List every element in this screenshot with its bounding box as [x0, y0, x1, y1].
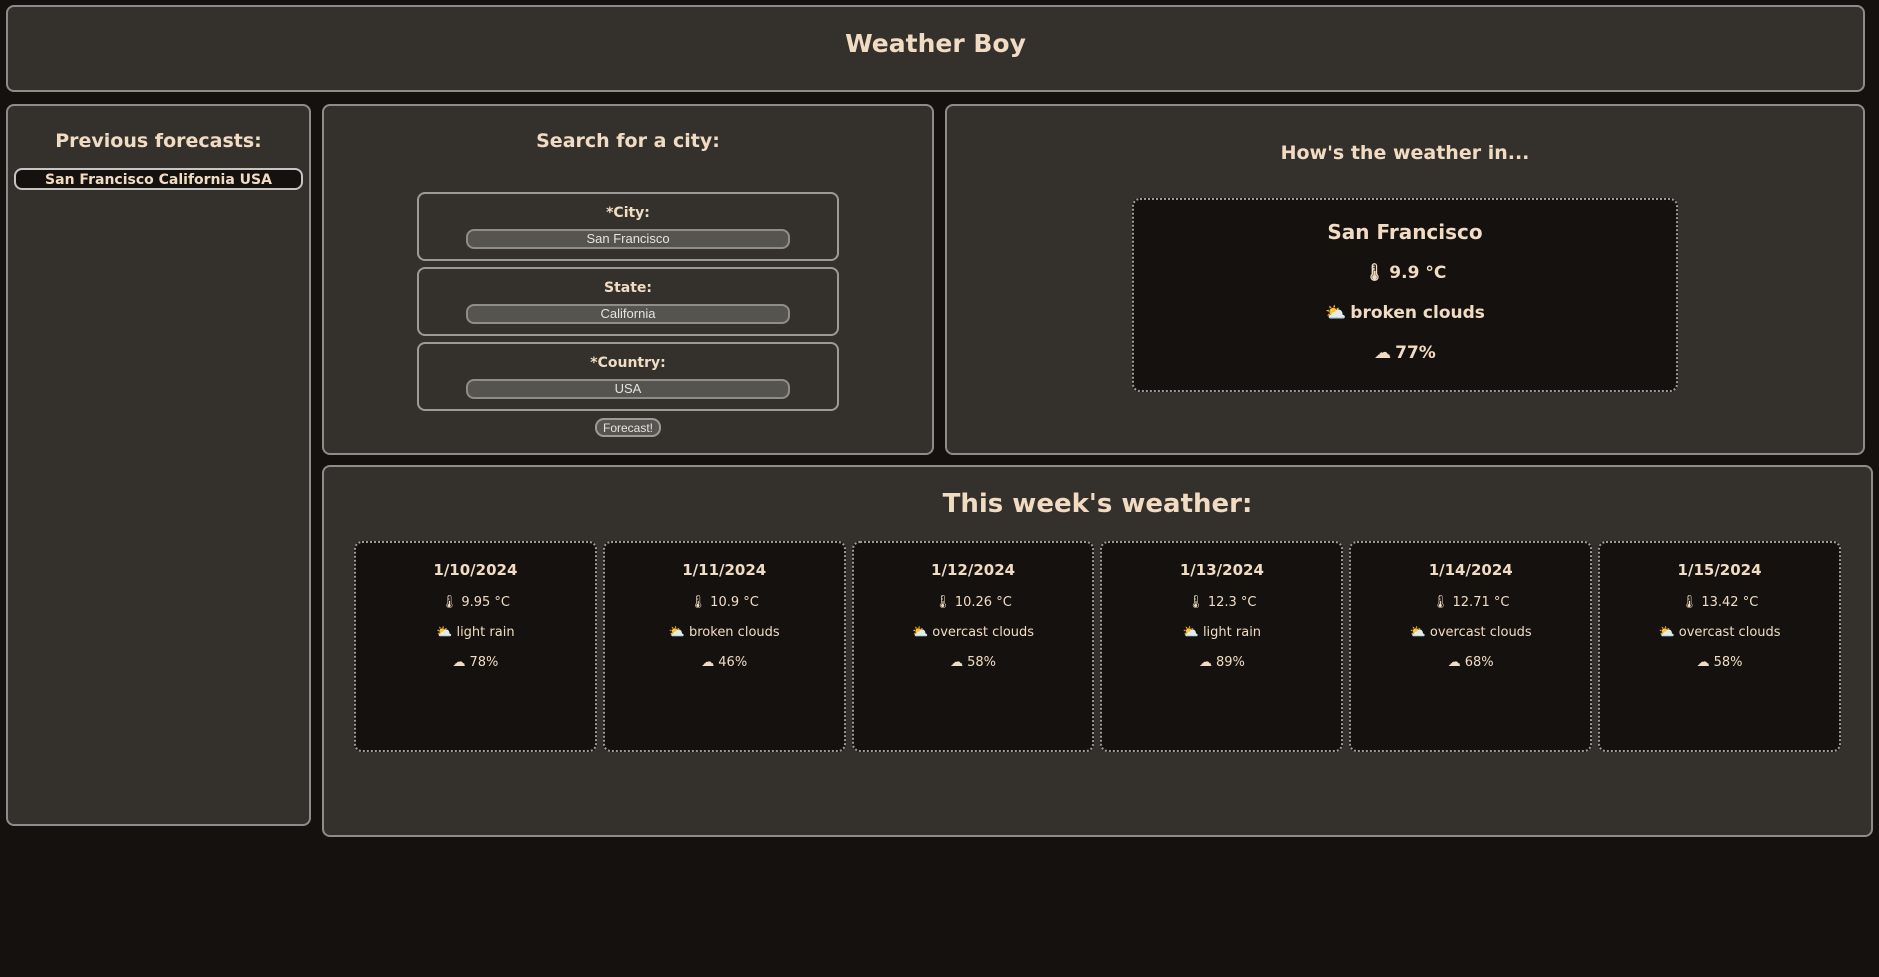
day-card: 1/14/2024 🌡 12.71 °C ⛅ overcast clouds ☁ 68… — [1349, 541, 1593, 752]
cloud-icon: ☁ — [1696, 655, 1710, 670]
thermometer-icon: 🌡 — [934, 595, 951, 610]
country-label: *Country: — [590, 354, 666, 371]
day-card: 1/11/2024 🌡 10.9 °C ⛅ broken clouds ☁ 46% — [602, 541, 846, 752]
day-description-row: ⛅ overcast clouds — [854, 625, 1093, 640]
thermometer-icon: 🌡 — [1187, 595, 1204, 610]
cloud-icon: ☁ — [452, 655, 466, 670]
day-card: 1/15/2024 🌡 13.42 °C ⛅ overcast clouds ☁ 58… — [1598, 541, 1841, 752]
day-temp-row: 🌡 10.26 °C — [854, 595, 1093, 610]
cloud-sun-icon: ⛅ — [668, 625, 685, 640]
day-humidity-row: ☁ 68% — [1351, 655, 1590, 670]
day-date: 1/11/2024 — [682, 561, 767, 579]
app-header: Weather Boy — [6, 5, 1865, 92]
cloud-sun-icon: ⛅ — [1409, 625, 1426, 640]
cloud-icon: ☁ — [701, 655, 715, 670]
day-cards: 1/10/2024 🌡 9.95 °C ⛅ light rain ☁ 78% 1/11… — [324, 541, 1871, 752]
weekly-forecast-panel: This week's weather: 1/10/2024 🌡 9.95 °C … — [322, 465, 1873, 837]
city-input[interactable]: San Francisco — [466, 228, 790, 249]
current-description: broken clouds — [1350, 303, 1485, 323]
day-temp-row: 🌡 12.3 °C — [1102, 595, 1341, 610]
day-humidity: 68% — [1464, 655, 1494, 670]
day-temp-row: 🌡 12.71 °C — [1351, 595, 1590, 610]
cloud-icon: ☁ — [1374, 343, 1392, 363]
day-card: 1/12/2024 🌡 10.26 °C ⛅ overcast clouds ☁ 58… — [851, 541, 1095, 752]
day-date: 1/10/2024 — [433, 561, 518, 579]
cloud-sun-icon: ⛅ — [1182, 625, 1199, 640]
forecast-button[interactable]: Forecast! — [594, 418, 661, 437]
thermometer-icon: 🌡 — [1432, 595, 1449, 610]
current-humidity-row: ☁ 77% — [1134, 343, 1676, 363]
day-description: overcast clouds — [1678, 625, 1781, 640]
day-humidity: 58% — [1713, 655, 1743, 670]
search-panel: Search for a city: *City: San Francisco … — [322, 104, 934, 455]
city-label: *City: — [606, 204, 650, 221]
day-temp-row: 🌡 13.42 °C — [1600, 595, 1839, 610]
city-field-group: *City: San Francisco — [417, 192, 839, 261]
week-heading: This week's weather: — [942, 489, 1253, 519]
cloud-icon: ☁ — [1447, 655, 1461, 670]
day-temp: 12.3 °C — [1207, 595, 1257, 610]
current-description-row: ⛅ broken clouds — [1134, 303, 1676, 323]
day-humidity: 46% — [718, 655, 748, 670]
thermometer-icon: 🌡 — [689, 595, 707, 610]
day-humidity-row: ☁ 58% — [854, 655, 1093, 670]
history-panel: Previous forecasts: San Francisco Califo… — [6, 104, 311, 826]
thermometer-icon: 🌡 — [1363, 263, 1386, 283]
state-input[interactable]: California — [466, 303, 790, 324]
day-humidity: 89% — [1215, 655, 1245, 670]
state-field-group: State: California — [417, 267, 839, 336]
app-title: Weather Boy — [845, 29, 1026, 58]
day-description-row: ⛅ broken clouds — [605, 625, 844, 640]
day-temp-row: 🌡 9.95 °C — [356, 595, 595, 610]
day-date: 1/13/2024 — [1179, 561, 1264, 579]
day-humidity-row: ☁ 89% — [1102, 655, 1341, 670]
country-field-group: *Country: USA — [417, 342, 839, 411]
day-humidity-row: ☁ 78% — [356, 655, 595, 670]
current-weather-panel: How's the weather in... San Francisco 🌡 9… — [945, 104, 1865, 455]
day-date: 1/12/2024 — [931, 561, 1016, 579]
day-date: 1/14/2024 — [1428, 561, 1513, 579]
day-description: overcast clouds — [1429, 625, 1532, 640]
day-description-row: ⛅ overcast clouds — [1600, 625, 1839, 640]
day-description: light rain — [456, 625, 515, 640]
day-temp-row: 🌡 10.9 °C — [605, 595, 844, 610]
thermometer-icon: 🌡 — [440, 595, 458, 610]
day-humidity: 78% — [469, 655, 499, 670]
day-humidity-row: ☁ 46% — [605, 655, 844, 670]
cloud-icon: ☁ — [950, 655, 964, 670]
cloud-sun-icon: ⛅ — [436, 625, 453, 640]
current-temp-row: 🌡 9.9 °C — [1134, 263, 1676, 283]
cloud-sun-icon: ⛅ — [1325, 303, 1347, 323]
cloud-sun-icon: ⛅ — [912, 625, 929, 640]
day-description-row: ⛅ light rain — [1102, 625, 1341, 640]
cloud-icon: ☁ — [1198, 655, 1212, 670]
day-description-row: ⛅ overcast clouds — [1351, 625, 1590, 640]
day-card: 1/10/2024 🌡 9.95 °C ⛅ light rain ☁ 78% — [354, 541, 597, 752]
day-temp: 12.71 °C — [1452, 595, 1510, 610]
day-humidity-row: ☁ 58% — [1600, 655, 1839, 670]
state-label: State: — [603, 279, 652, 296]
thermometer-icon: 🌡 — [1680, 595, 1698, 610]
current-humidity: 77% — [1395, 343, 1436, 363]
day-temp: 9.95 °C — [461, 595, 510, 610]
history-heading: Previous forecasts: — [55, 130, 262, 152]
current-temp: 9.9 °C — [1389, 263, 1447, 283]
day-temp: 13.42 °C — [1701, 595, 1759, 610]
current-weather-card: San Francisco 🌡 9.9 °C ⛅ broken clouds ☁ 77… — [1132, 198, 1678, 392]
day-description-row: ⛅ light rain — [356, 625, 595, 640]
current-city: San Francisco — [1327, 220, 1483, 244]
day-description: overcast clouds — [932, 625, 1035, 640]
day-temp: 10.26 °C — [954, 595, 1012, 610]
day-card: 1/13/2024 🌡 12.3 °C ⛅ light rain ☁ 89% — [1100, 541, 1344, 752]
day-humidity: 58% — [967, 655, 997, 670]
search-heading: Search for a city: — [536, 130, 720, 152]
day-date: 1/15/2024 — [1677, 561, 1762, 579]
country-input[interactable]: USA — [466, 378, 790, 399]
day-description: broken clouds — [688, 625, 780, 640]
day-temp: 10.9 °C — [710, 595, 759, 610]
cloud-sun-icon: ⛅ — [1658, 625, 1675, 640]
day-description: light rain — [1202, 625, 1262, 640]
current-heading: How's the weather in... — [1280, 142, 1530, 164]
history-item[interactable]: San Francisco California USA — [14, 168, 303, 190]
